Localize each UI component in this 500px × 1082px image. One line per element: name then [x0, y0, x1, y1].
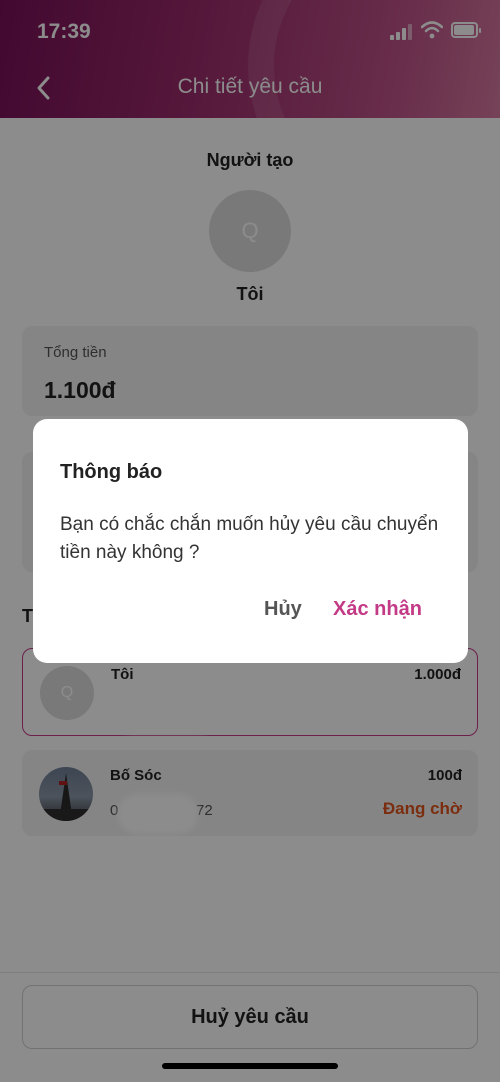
home-indicator — [162, 1063, 338, 1069]
confirm-dialog: Thông báo Bạn có chắc chắn muốn hủy yêu … — [33, 419, 468, 663]
dialog-cancel-button[interactable]: Hủy — [264, 598, 302, 621]
dialog-message: Bạn có chắc chắn muốn hủy yêu cầu chuyển… — [60, 514, 439, 563]
dialog-title: Thông báo — [60, 461, 163, 483]
dialog-confirm-button[interactable]: Xác nhận — [333, 598, 422, 621]
